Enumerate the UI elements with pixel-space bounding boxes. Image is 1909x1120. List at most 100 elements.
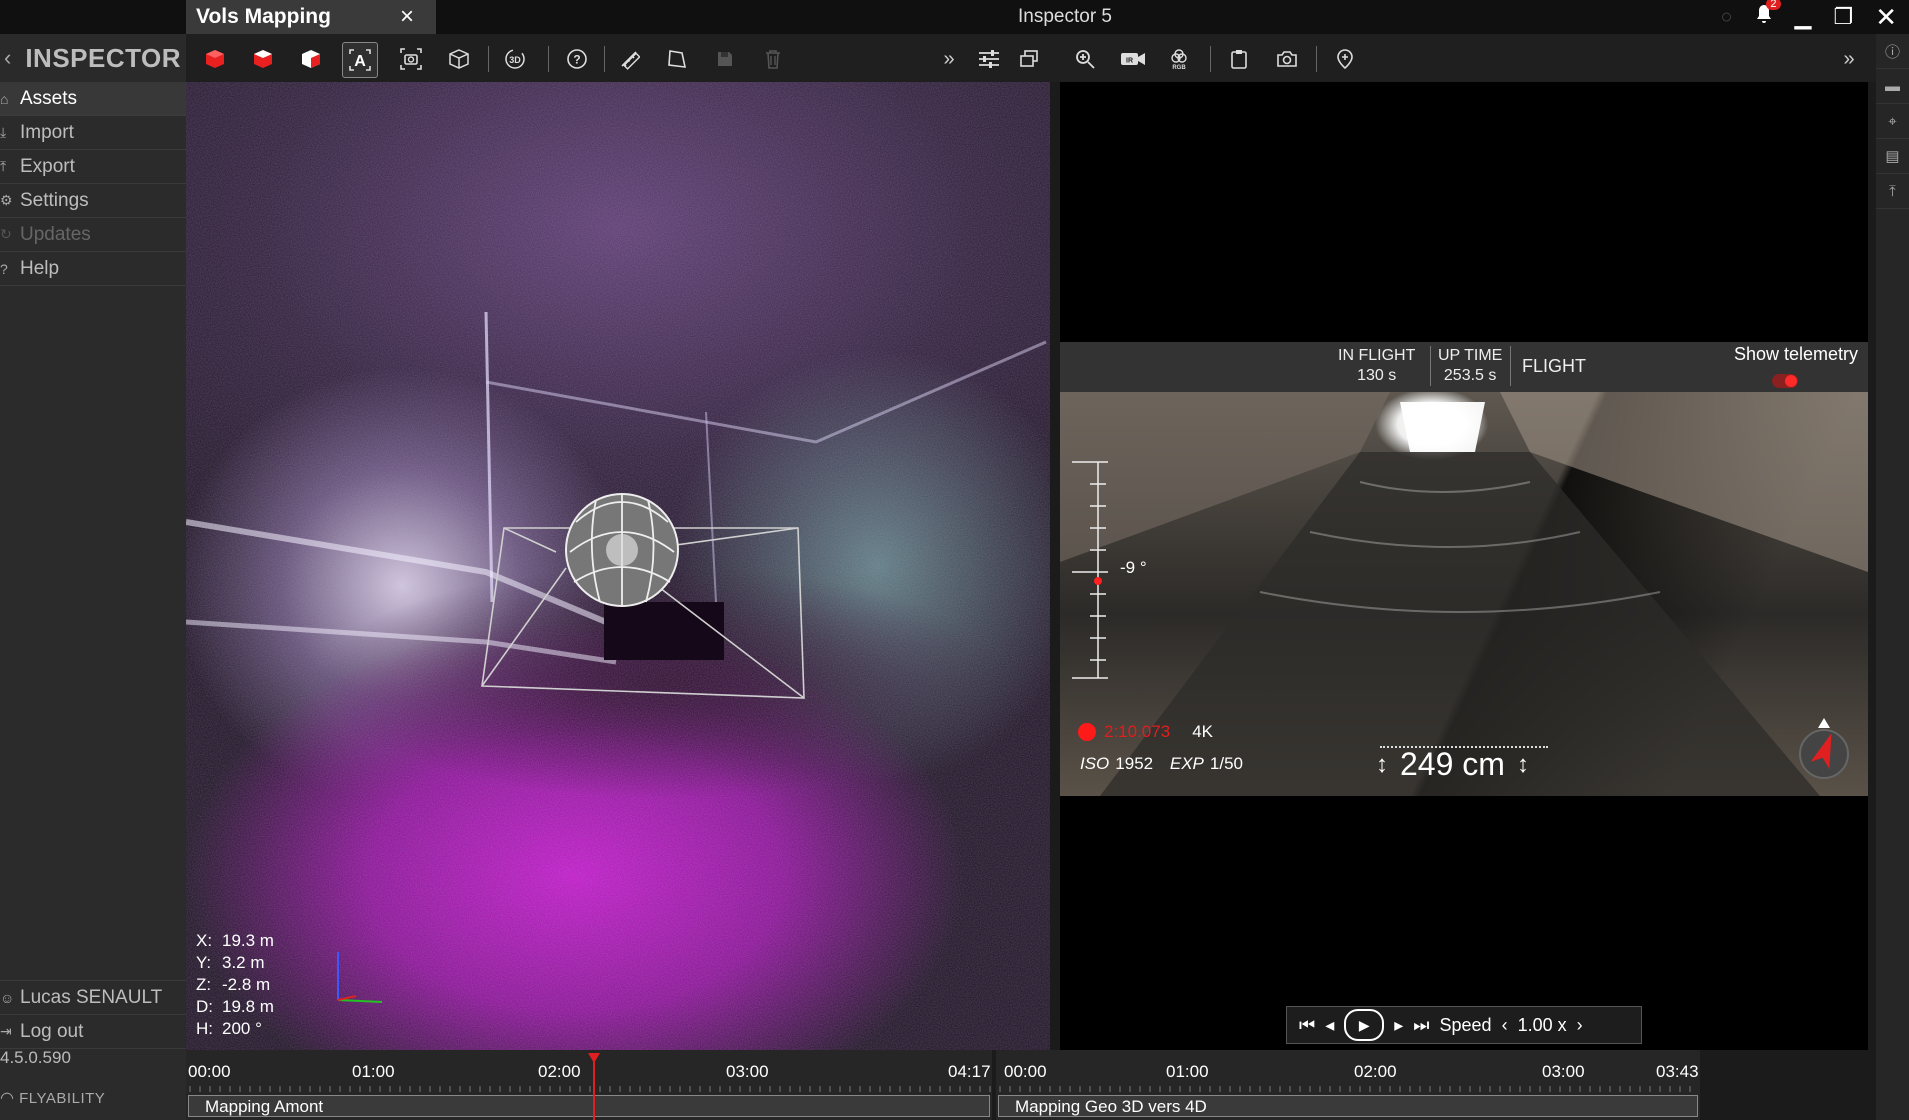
svg-text:IR: IR <box>1126 58 1133 65</box>
location-pin-icon[interactable]: ⌖ <box>1876 104 1909 139</box>
recording-time: 2:10.073 <box>1104 722 1171 741</box>
window-title: Inspector 5 <box>1018 6 1112 27</box>
save-icon[interactable] <box>708 42 742 76</box>
camera-icon[interactable] <box>1270 42 1304 76</box>
sidebar-item-import[interactable]: ⤓ Import <box>0 116 186 150</box>
share-icon[interactable]: ⤒ <box>1876 174 1909 209</box>
skip-end-icon[interactable]: ⏭ <box>1413 1015 1429 1036</box>
tick-label: 01:00 <box>1166 1062 1209 1081</box>
document-tab[interactable]: Vols Mapping × <box>186 0 436 34</box>
refresh-icon: ↻ <box>0 226 12 242</box>
speed-increase-icon[interactable]: › <box>1577 1015 1583 1036</box>
wireframe-cube-icon[interactable] <box>442 42 476 76</box>
timeline-ticks: 00:00 01:00 02:00 03:00 03:43 <box>996 1050 1700 1092</box>
help-circle-icon[interactable]: ? <box>560 42 594 76</box>
tick-label: 03:00 <box>726 1062 769 1081</box>
up-time-stat: UP TIME 253.5 s <box>1438 347 1503 384</box>
toolbar-separator <box>488 46 489 72</box>
tab-title: Vols Mapping <box>196 5 331 28</box>
camera-frame-icon[interactable] <box>394 42 428 76</box>
brand-header: ‹ INSPECTOR <box>0 34 186 82</box>
collapse-panel-icon[interactable]: » <box>1832 42 1866 76</box>
sidebar: ⌂ Assets ⤓ Import ⤒ Export ⚙ Settings ↻ … <box>0 82 186 1120</box>
show-telemetry-toggle[interactable] <box>1772 374 1798 388</box>
cube-half-icon[interactable] <box>246 42 280 76</box>
timeline-track[interactable]: Mapping Amont <box>188 1095 990 1117</box>
speed-label: Speed <box>1439 1014 1492 1035</box>
iso-label: ISO <box>1080 754 1110 773</box>
iso-value: 1952 <box>1115 754 1154 773</box>
cube-side-icon[interactable] <box>294 42 328 76</box>
collapse-sidebar-icon[interactable]: ‹ <box>4 45 11 71</box>
coord-h: H: 200 ° <box>196 1019 262 1038</box>
pitch-scale <box>1072 461 1108 679</box>
tick-label: 04:17 <box>948 1062 991 1081</box>
status-circle-icon: ○ <box>1720 5 1733 28</box>
bell-icon[interactable]: 2 <box>1755 0 1781 30</box>
info-icon[interactable]: ⓘ <box>1876 34 1909 69</box>
up-down-arrow-icon: ↕ <box>1376 750 1388 778</box>
add-poi-icon[interactable] <box>1328 42 1362 76</box>
coord-y: Y: 3.2 m <box>196 953 265 972</box>
ir-camera-icon[interactable]: IR <box>1116 42 1150 76</box>
layers-icon[interactable] <box>1012 42 1046 76</box>
timeline-track[interactable]: Mapping Geo 3D vers 4D <box>998 1095 1698 1117</box>
trash-icon[interactable] <box>756 42 790 76</box>
tick-label: 02:00 <box>538 1062 581 1081</box>
right-side-bar: ⓘ ▬ ⌖ ▤ ⤒ <box>1876 34 1909 1120</box>
company-logo: ◠ FLYABILITY <box>0 1088 105 1108</box>
compass-icon <box>1799 718 1849 779</box>
polygon-area-icon[interactable] <box>660 42 694 76</box>
zoom-in-icon[interactable] <box>1068 42 1102 76</box>
ruler-icon[interactable] <box>612 42 646 76</box>
user-account[interactable]: ☺ Lucas SENAULT <box>0 980 186 1015</box>
sidebar-item-label: Settings <box>20 189 89 211</box>
logout-icon: ⇥ <box>0 1023 12 1039</box>
sidebar-item-export[interactable]: ⤒ Export <box>0 150 186 184</box>
step-back-icon[interactable]: ◂ <box>1325 1015 1334 1036</box>
sidebar-item-help[interactable]: ? Help <box>0 252 186 286</box>
speed-decrease-icon[interactable]: ‹ <box>1502 1015 1508 1036</box>
logout-button[interactable]: ⇥ Log out <box>0 1015 186 1049</box>
user-section: ☺ Lucas SENAULT ⇥ Log out <box>0 980 186 1049</box>
auto-mode-icon[interactable]: A <box>342 42 378 78</box>
sidebar-item-settings[interactable]: ⚙ Settings <box>0 184 186 218</box>
camera-settings: ISO 1952 EXP 1/50 <box>1080 754 1243 774</box>
coord-x: X: 19.3 m <box>196 931 274 950</box>
sliders-icon[interactable] <box>972 42 1006 76</box>
sidebar-item-label: Help <box>20 257 60 279</box>
timeline-mapping-geo[interactable]: 00:00 01:00 02:00 03:00 03:43 Mapping Ge… <box>996 1050 1700 1120</box>
tunnel-opening <box>604 602 724 660</box>
flight-mode: FLIGHT <box>1522 356 1587 376</box>
skip-start-icon[interactable]: ⏮ <box>1299 1015 1315 1036</box>
folder-icon[interactable]: ▬ <box>1876 69 1909 104</box>
timeline-playhead[interactable] <box>588 1053 600 1120</box>
point-cloud-view[interactable] <box>186 82 1050 1050</box>
toolbar-separator <box>1316 46 1317 72</box>
notification-badge: 2 <box>1766 0 1781 10</box>
svg-text:RGB: RGB <box>1172 65 1186 71</box>
gear-icon: ⚙ <box>0 192 13 208</box>
3d-rotate-icon[interactable]: 3D <box>498 42 532 76</box>
clipboard-icon[interactable] <box>1222 42 1256 76</box>
close-window-icon[interactable]: ✕ <box>1875 2 1897 33</box>
step-forward-icon[interactable]: ▸ <box>1394 1015 1403 1036</box>
rgb-icon[interactable]: RGB <box>1162 42 1196 76</box>
in-flight-stat: IN FLIGHT 130 s <box>1338 347 1416 384</box>
telemetry-separator <box>1430 346 1431 386</box>
distance-readout: ↕ 249 cm ↕ <box>1376 746 1529 783</box>
sidebar-item-assets[interactable]: ⌂ Assets <box>0 82 186 116</box>
cube-red-icon[interactable] <box>198 42 232 76</box>
toolbar-separator <box>604 46 605 72</box>
telemetry-separator <box>1510 346 1511 386</box>
play-button[interactable]: ▶ <box>1344 1009 1385 1041</box>
minimize-icon[interactable]: ▁ <box>1795 4 1812 30</box>
coord-z: Z: -2.8 m <box>196 975 271 994</box>
tab-close-icon[interactable]: × <box>400 3 414 31</box>
report-icon[interactable]: ▤ <box>1876 139 1909 174</box>
telemetry-bar: IN FLIGHT 130 s UP TIME 253.5 s FLIGHT S… <box>1060 342 1868 392</box>
svg-text:3D: 3D <box>509 55 521 65</box>
exp-value: 1/50 <box>1209 754 1243 773</box>
double-chevron-right-icon[interactable]: » <box>932 42 966 76</box>
restore-icon[interactable]: ❐ <box>1833 4 1853 30</box>
